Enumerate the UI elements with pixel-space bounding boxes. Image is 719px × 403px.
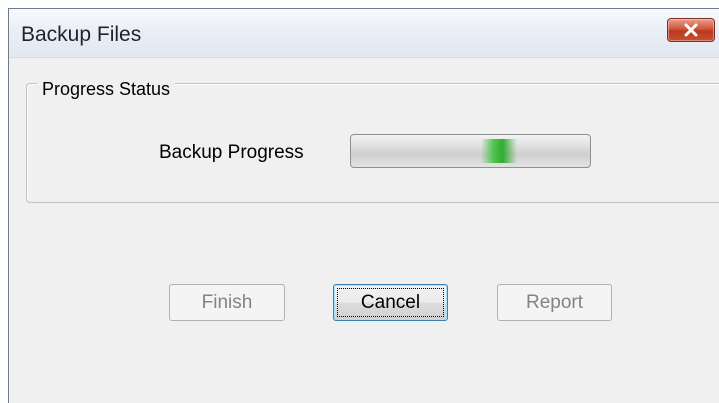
backup-progress-bar [350,134,591,168]
report-button[interactable]: Report [497,284,612,321]
title-bar[interactable]: Backup Files [9,9,719,58]
finish-button-label: Finish [201,291,253,313]
cancel-button[interactable]: Cancel [333,284,448,321]
focus-ring [337,288,444,317]
close-icon [668,19,714,41]
group-legend: Progress Status [37,78,176,100]
backup-progress-label: Backup Progress [159,142,304,163]
report-button-label: Report [525,291,584,313]
backup-files-dialog: Backup Files Progress Status Backup Prog… [8,8,719,403]
finish-button[interactable]: Finish [169,284,285,321]
progress-marquee-indicator [481,139,517,163]
close-button[interactable] [667,18,715,42]
window-title: Backup Files [21,23,142,46]
